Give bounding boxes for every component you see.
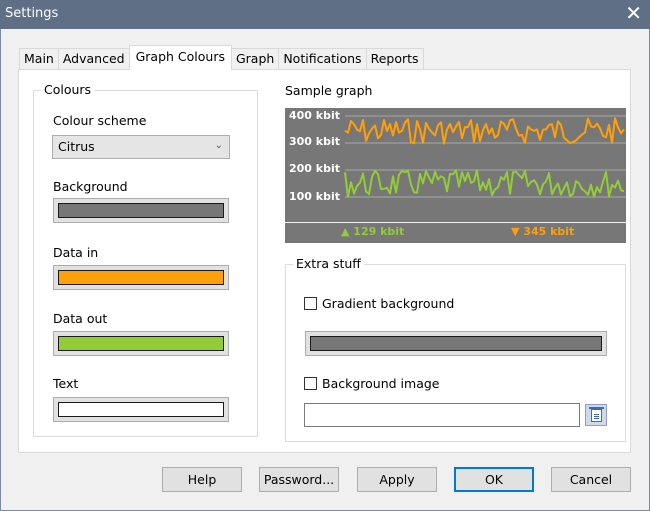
data-out-colour-button[interactable] xyxy=(53,331,229,356)
tab-bar: Main Advanced Graph Colours Graph Notifi… xyxy=(19,45,424,70)
tab-reports[interactable]: Reports xyxy=(365,48,424,70)
text-swatch xyxy=(58,402,224,417)
close-icon[interactable]: ✕ xyxy=(625,2,642,24)
upload-stat: ▲ 129 kbit xyxy=(341,225,405,238)
graph-footer: ▲ 129 kbit ▼ 345 kbit xyxy=(285,222,626,243)
data-out-label: Data out xyxy=(53,311,108,326)
data-out-series xyxy=(344,169,625,198)
document-icon xyxy=(591,409,602,422)
colour-scheme-select[interactable]: Citrus ⌄ xyxy=(52,135,230,159)
data-in-series xyxy=(344,117,625,145)
apply-button[interactable]: Apply xyxy=(357,467,437,492)
colour-scheme-value: Citrus xyxy=(58,139,95,154)
background-label: Background xyxy=(53,179,128,194)
ok-button[interactable]: OK xyxy=(454,467,534,492)
tab-main[interactable]: Main xyxy=(19,48,59,70)
colour-scheme-label: Colour scheme xyxy=(53,113,147,128)
background-colour-button[interactable] xyxy=(53,198,229,223)
download-stat: ▼ 345 kbit xyxy=(511,225,575,238)
title-bar: Settings ✕ xyxy=(0,0,650,29)
gradient-colour-button[interactable] xyxy=(305,331,607,356)
text-label: Text xyxy=(53,376,79,391)
data-in-colour-button[interactable] xyxy=(53,265,229,290)
background-image-path-input[interactable] xyxy=(304,403,580,427)
axis-label-200: 200 kbit xyxy=(289,162,341,175)
axis-label-400: 400 kbit xyxy=(289,109,341,122)
text-colour-button[interactable] xyxy=(53,397,229,422)
password-button[interactable]: Password... xyxy=(259,467,339,492)
gradient-checkbox-label: Gradient background xyxy=(322,296,455,311)
bg-image-checkbox-box[interactable] xyxy=(304,377,317,390)
gradient-background-checkbox[interactable]: Gradient background xyxy=(304,296,454,311)
tab-advanced[interactable]: Advanced xyxy=(57,48,130,70)
colours-legend: Colours xyxy=(41,82,95,97)
browse-file-button[interactable] xyxy=(585,404,607,426)
data-in-label: Data in xyxy=(53,245,99,260)
tab-graph[interactable]: Graph xyxy=(230,48,280,70)
help-button[interactable]: Help xyxy=(162,467,242,492)
background-swatch xyxy=(58,203,224,218)
extra-stuff-legend: Extra stuff xyxy=(293,256,364,271)
background-image-checkbox[interactable]: Background image xyxy=(304,376,439,391)
axis-label-300: 300 kbit xyxy=(289,135,341,148)
data-out-swatch xyxy=(58,336,224,351)
window-title: Settings xyxy=(5,6,59,21)
gradient-checkbox-box[interactable] xyxy=(304,297,317,310)
sample-graph-title: Sample graph xyxy=(285,83,373,98)
data-in-swatch xyxy=(58,270,224,285)
cancel-button[interactable]: Cancel xyxy=(551,467,631,492)
chevron-down-icon: ⌄ xyxy=(214,140,223,151)
sample-graph: 400 kbit 300 kbit 200 kbit 100 kbit ▲ 12… xyxy=(285,108,626,243)
tab-graph-colours[interactable]: Graph Colours xyxy=(128,45,232,70)
bg-image-checkbox-label: Background image xyxy=(322,376,440,391)
tab-notifications[interactable]: Notifications xyxy=(278,48,367,70)
gradient-swatch xyxy=(310,336,602,351)
axis-label-100: 100 kbit xyxy=(289,190,341,203)
